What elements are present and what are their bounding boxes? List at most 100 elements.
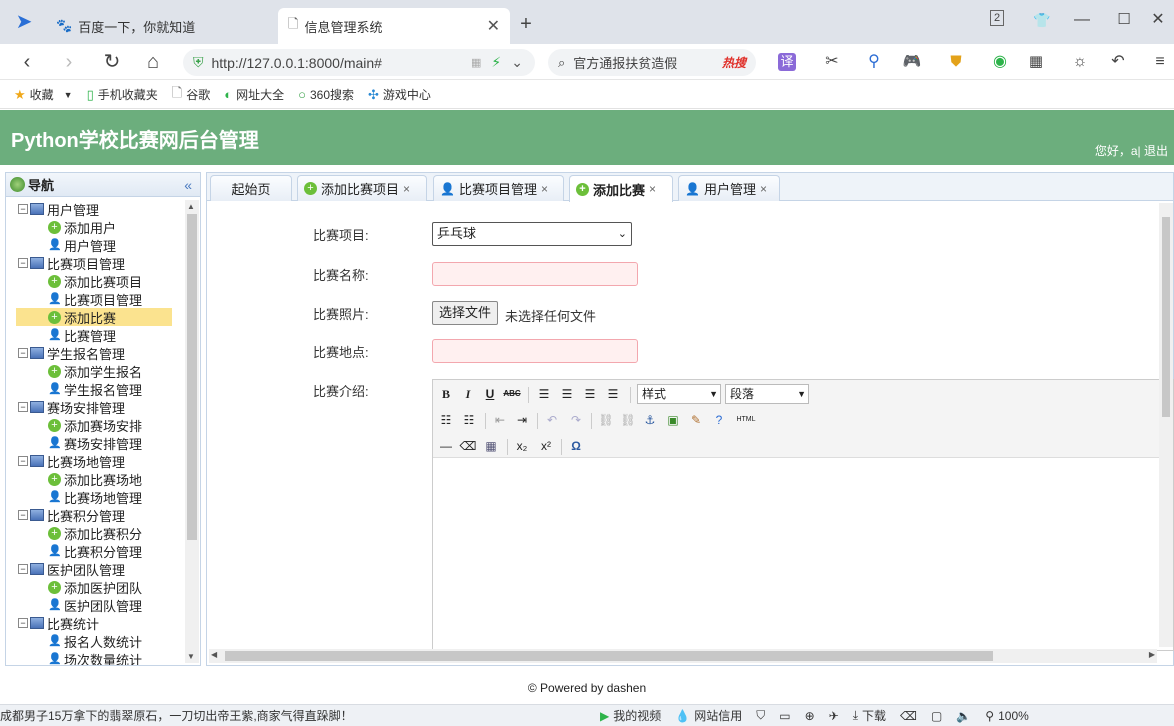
outdent-icon[interactable]: ⇤: [491, 411, 509, 429]
tree-item[interactable]: 👤 用户管理: [48, 236, 116, 254]
news-ticker[interactable]: 成都男子15万拿下的翡翠原石，一刀切出帝王紫,商家气得直跺脚！: [0, 707, 350, 724]
translate-icon[interactable]: 译: [778, 53, 796, 71]
tree-item[interactable]: 👤 比赛积分管理: [48, 542, 142, 560]
apps-grid-icon[interactable]: ▦: [1024, 50, 1048, 74]
scroll-down-icon[interactable]: ▼: [187, 652, 195, 661]
toggle-icon[interactable]: −: [18, 618, 28, 628]
rich-text-editor[interactable]: B I U ABC ☰ ☰ ☰ ☰ 样式 ▼ 段落 ▼ ☷ ☷ ⇤ ⇥ ↶ ↷ ⛓ …: [432, 379, 1174, 651]
screenshot-icon[interactable]: ▭: [779, 709, 790, 723]
menu-icon[interactable]: ≡: [1148, 50, 1172, 74]
zoom-icon[interactable]: ⚲: [985, 709, 994, 723]
style-combo[interactable]: 样式 ▼: [637, 384, 721, 404]
tree-item[interactable]: + 添加比赛场地: [48, 470, 142, 488]
toggle-icon[interactable]: −: [18, 402, 28, 412]
bookmark-google[interactable]: 🗋 谷歌: [172, 84, 210, 106]
bookmark-mobile[interactable]: ▯ 手机收藏夹: [87, 86, 158, 103]
subscript-icon[interactable]: x₂: [513, 437, 531, 455]
match-place-input[interactable]: [432, 339, 638, 363]
reload-icon[interactable]: ↻: [100, 50, 124, 74]
hot-search-label[interactable]: 热搜: [722, 54, 746, 71]
bolt-icon[interactable]: ⚡: [491, 54, 501, 71]
brightness-icon[interactable]: ☼: [1068, 50, 1092, 74]
undo-icon[interactable]: ↶: [543, 411, 561, 429]
site-credit[interactable]: 💧 网站信用: [675, 707, 742, 724]
help-icon[interactable]: ?: [710, 411, 728, 429]
choose-file-button[interactable]: 选择文件: [432, 301, 499, 325]
magnifier-icon[interactable]: ⚲: [862, 50, 886, 74]
tab-add-match[interactable]: + 添加比赛 ×: [569, 175, 673, 202]
scroll-thumb[interactable]: [187, 214, 197, 540]
unlink-icon[interactable]: ⛓: [619, 411, 637, 429]
numbered-list-icon[interactable]: ☷: [460, 411, 478, 429]
tree-group[interactable]: − 比赛积分管理: [18, 506, 125, 524]
toggle-icon[interactable]: −: [18, 456, 28, 466]
link-icon[interactable]: ⛓: [597, 411, 615, 429]
bookmark-360[interactable]: ○ 360搜索: [298, 86, 354, 103]
tree-group[interactable]: − 医护团队管理: [18, 560, 125, 578]
browser-tab-baidu[interactable]: 🐾 百度一下，你就知道: [46, 8, 276, 44]
home-icon[interactable]: ⌂: [141, 50, 165, 74]
tab-project-manage[interactable]: 👤 比赛项目管理 ×: [433, 175, 564, 201]
tree-group[interactable]: − 赛场安排管理: [18, 398, 125, 416]
undo-icon[interactable]: ↶: [1106, 50, 1130, 74]
tree-group[interactable]: − 学生报名管理: [18, 344, 125, 362]
tree-group[interactable]: − 比赛场地管理: [18, 452, 125, 470]
clear-icon[interactable]: ⌫: [900, 709, 917, 723]
bookmark-favorites[interactable]: ★ 收藏 ▼: [14, 86, 73, 103]
tab-user-manage[interactable]: 👤 用户管理 ×: [678, 175, 780, 201]
sidebar-scrollbar[interactable]: ▲ ▼: [185, 200, 199, 663]
special-char-icon[interactable]: Ω: [567, 437, 585, 455]
gamepad-icon[interactable]: 🎮: [900, 50, 924, 74]
security-icon[interactable]: ◉: [988, 50, 1012, 74]
scroll-up-icon[interactable]: ▲: [187, 202, 195, 211]
scroll-thumb[interactable]: [1162, 217, 1170, 417]
project-select[interactable]: 乒乓球 ⌄: [432, 222, 632, 246]
bookmark-games[interactable]: ✣ 游戏中心: [368, 86, 431, 103]
main-scrollbar[interactable]: [1159, 203, 1173, 647]
tree-item[interactable]: + 添加比赛积分: [48, 524, 142, 542]
maximize-icon[interactable]: ☐: [1112, 8, 1136, 32]
image-icon[interactable]: ▣: [664, 411, 682, 429]
bullet-list-icon[interactable]: ☷: [437, 411, 455, 429]
html-source-icon[interactable]: HTML: [733, 411, 759, 429]
close-tab-icon[interactable]: ×: [649, 182, 656, 196]
new-tab-button[interactable]: +: [514, 12, 538, 36]
main-h-scrollbar[interactable]: ◀ ▶: [209, 649, 1157, 663]
close-tab-icon[interactable]: ×: [403, 182, 410, 196]
url-bar[interactable]: ⛨ http://127.0.0.1:8000/main# ▦ ⚡ ⌄: [183, 49, 535, 76]
tree-item[interactable]: 👤 赛场安排管理: [48, 434, 142, 452]
shield-icon[interactable]: ⛉: [756, 708, 765, 723]
italic-icon[interactable]: I: [459, 385, 477, 403]
toggle-icon[interactable]: −: [18, 564, 28, 574]
align-justify-icon[interactable]: ☰: [604, 385, 622, 403]
close-window-icon[interactable]: ✕: [1146, 8, 1170, 32]
collapse-icon[interactable]: «: [184, 177, 192, 193]
tree-item[interactable]: 👤 场次数量统计: [48, 650, 142, 666]
indent-icon[interactable]: ⇥: [513, 411, 531, 429]
match-name-input[interactable]: [432, 262, 638, 286]
tree-item[interactable]: 👤 比赛场地管理: [48, 488, 142, 506]
window-icon[interactable]: ▢: [931, 709, 942, 723]
scroll-right-icon[interactable]: ▶: [1149, 650, 1155, 659]
bookmark-hao[interactable]: ◐ 网址大全: [224, 86, 284, 103]
tree-item[interactable]: + 添加医护团队: [48, 578, 142, 596]
paragraph-combo[interactable]: 段落 ▼: [725, 384, 809, 404]
greeting-logout[interactable]: 您好，a| 退出: [1095, 142, 1168, 159]
tree-item-selected[interactable]: + 添加比赛: [16, 308, 172, 326]
strikethrough-icon[interactable]: ABC: [503, 385, 521, 403]
scissors-icon[interactable]: ✂: [820, 50, 844, 74]
redo-icon[interactable]: ↷: [567, 411, 585, 429]
tree-item[interactable]: 👤 比赛项目管理: [48, 290, 142, 308]
align-right-icon[interactable]: ☰: [581, 385, 599, 403]
downloads[interactable]: ⤓ 下载: [853, 707, 886, 724]
tree-group[interactable]: − 用户管理: [18, 200, 99, 218]
scroll-thumb[interactable]: [225, 651, 993, 661]
tree-group[interactable]: − 比赛项目管理: [18, 254, 125, 272]
horizontal-rule-icon[interactable]: —: [437, 437, 455, 455]
tree-item[interactable]: + 添加用户: [48, 218, 116, 236]
tree-item[interactable]: + 添加学生报名: [48, 362, 142, 380]
qr-icon[interactable]: ▦: [471, 56, 481, 69]
tab-add-project[interactable]: + 添加比赛项目 ×: [297, 175, 427, 201]
align-left-icon[interactable]: ☰: [535, 385, 553, 403]
eraser-icon[interactable]: ⌫: [459, 437, 477, 455]
